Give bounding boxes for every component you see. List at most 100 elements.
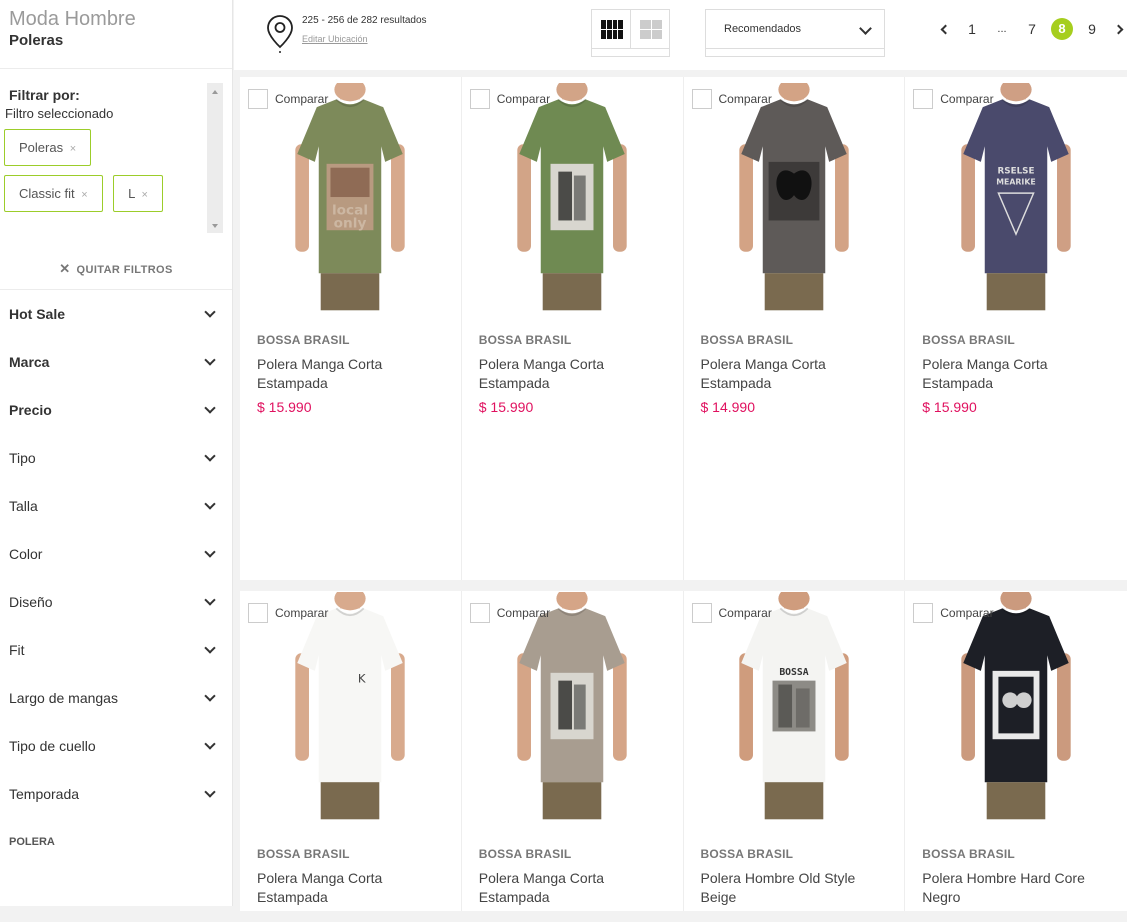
compare-toggle[interactable]: Comparar [691,603,772,623]
compare-toggle[interactable]: Comparar [469,603,551,623]
product-image[interactable]: RSELSE MEARIKE [953,77,1079,313]
chevron-down-icon [204,641,216,654]
pagination: 1 ... 7 8 9 [934,18,1127,40]
page-link-1[interactable]: 1 [961,21,983,37]
compare-toggle[interactable]: Comparar [469,89,550,109]
facet-temporada[interactable]: Temporada [0,770,232,818]
chevron-down-icon [204,689,216,702]
compare-toggle[interactable]: Comparar [248,89,328,109]
product-card[interactable]: Comparar K BOSSA BRASIL Polera Manga Corta … [240,586,462,911]
product-image[interactable] [509,77,635,313]
category-title: Moda Hombre [9,8,136,30]
compare-toggle[interactable]: Comparar [913,603,994,623]
compare-toggle[interactable]: Comparar [913,89,994,109]
location-pin-icon[interactable] [266,14,294,54]
compare-label: Comparar [275,92,329,106]
chevron-down-icon [859,22,872,35]
chevron-down-icon [204,593,216,606]
facet-color[interactable]: Color [0,530,232,578]
compare-label: Comparar [275,606,329,620]
page-ellipsis: ... [997,23,1007,35]
facet-fit[interactable]: Fit [0,626,232,674]
facet-largo-de-mangas[interactable]: Largo de mangas [0,674,232,722]
svg-text:BOSSA: BOSSA [779,667,808,678]
page-link-9[interactable]: 9 [1081,21,1103,37]
product-card[interactable]: Comparar BOSSA BRASIL Polera Hombre Hard C… [905,586,1127,911]
chip-label: Classic fit [19,186,75,201]
filter-chip-poleras[interactable]: Poleras × [4,129,92,166]
product-price: $ 15.990 [257,399,312,415]
product-brand: BOSSA BRASIL [922,333,1015,347]
product-card[interactable]: Comparar BOSSA BRASIL Polera Manga Corta E… [462,586,684,911]
product-image[interactable] [731,77,857,313]
product-image[interactable] [953,586,1079,822]
product-brand: BOSSA BRASIL [478,847,572,861]
facet-hot-sale[interactable]: Hot Sale [0,290,232,338]
chevron-down-icon [204,785,216,798]
close-icon[interactable]: × [142,189,148,201]
facet-label: Diseño [9,594,53,610]
product-card[interactable]: Comparar BOSSA BRASIL Polera Manga Corta E… [684,77,906,580]
product-image[interactable]: BOSSA [731,586,857,822]
chevron-down-icon [204,497,216,510]
product-image[interactable] [509,586,635,822]
facet-label: Precio [9,402,52,418]
filter-chip-l[interactable]: L × [113,175,163,212]
scroll-up-icon[interactable] [212,90,218,94]
facet-precio[interactable]: Precio [0,386,232,434]
product-name[interactable]: Polera Manga Corta Estampada [479,355,669,393]
facet-tipo-de-cuello[interactable]: Tipo de cuello [0,722,232,770]
sort-select[interactable]: Recomendados [705,9,885,49]
chips-scrollbar[interactable] [207,83,223,233]
product-card[interactable]: Comparar BOSSA BRASIL Polera Manga Corta E… [462,77,684,580]
close-icon[interactable]: × [81,189,87,201]
prev-page-icon[interactable] [940,24,951,34]
selected-filters-panel: Filtro seleccionado Poleras × Classic fi… [0,83,223,263]
product-name[interactable]: Polera Manga Corta Estampada [701,355,891,393]
facet-tipo[interactable]: Tipo [0,434,232,482]
next-page-icon[interactable] [1113,24,1124,34]
product-name[interactable]: Polera Hombre Hard Core Negro [922,869,1112,907]
facet-label: Color [9,546,43,562]
product-name[interactable]: Polera Manga Corta Estampada [922,355,1112,393]
compare-checkbox[interactable] [913,603,934,623]
page-link-7[interactable]: 7 [1021,21,1043,37]
facet-diseño[interactable]: Diseño [0,578,232,626]
grid-view-button[interactable] [591,9,631,49]
compare-toggle[interactable]: Comparar [248,603,328,623]
compare-checkbox[interactable] [469,603,490,623]
edit-location-link[interactable]: Editar Ubicación [302,34,368,44]
product-image[interactable]: K [287,586,413,822]
facet-talla[interactable]: Talla [0,482,232,530]
compare-checkbox[interactable] [248,603,268,623]
product-card[interactable]: Comparar BOSSA BOSSA BRASIL Polera Hombre O… [684,586,906,911]
compare-checkbox[interactable] [691,603,712,623]
compare-checkbox[interactable] [691,89,712,109]
compare-checkbox[interactable] [913,89,934,109]
product-name[interactable]: Polera Manga Corta Estampada [479,869,669,907]
product-card[interactable]: Comparar RSELSE MEARIKE BOSSA BRASIL Polera … [905,77,1127,580]
results-toolbar: 225 - 256 de 282 resultados Editar Ubica… [234,0,1127,70]
scroll-down-icon[interactable] [212,224,218,228]
product-brand: BOSSA BRASIL [257,333,350,347]
product-card[interactable]: Comparar local only BOSSA BRASIL Polera Mang… [240,77,462,580]
page-link-8-active[interactable]: 8 [1051,18,1073,40]
product-name[interactable]: Polera Manga Corta Estampada [257,869,447,907]
compare-checkbox[interactable] [248,89,268,109]
product-name[interactable]: Polera Hombre Old Style Beige [701,869,891,907]
compare-checkbox[interactable] [469,89,490,109]
close-icon[interactable]: × [70,143,76,155]
compare-label: Comparar [940,92,994,106]
product-row: Comparar K BOSSA BRASIL Polera Manga Corta … [240,586,1127,911]
product-image[interactable]: local only [287,77,413,313]
product-grid: Comparar local only BOSSA BRASIL Polera Mang… [240,77,1127,922]
facet-label: Marca [9,354,50,370]
filter-chips: Poleras × Classic fit × L × [0,121,200,221]
product-name[interactable]: Polera Manga Corta Estampada [257,355,447,393]
facet-marca[interactable]: Marca [0,338,232,386]
close-icon: ✕ [59,261,71,276]
filter-chip-classic-fit[interactable]: Classic fit × [4,175,103,212]
large-grid-view-button[interactable] [630,9,670,49]
compare-label: Comparar [496,606,551,620]
compare-toggle[interactable]: Comparar [691,89,772,109]
